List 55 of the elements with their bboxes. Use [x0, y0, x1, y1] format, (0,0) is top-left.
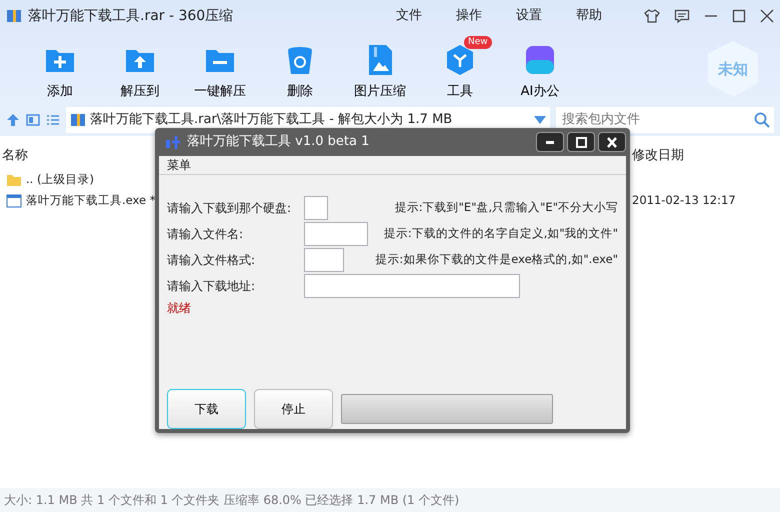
- list-view-icon[interactable]: [46, 113, 60, 127]
- close-icon[interactable]: [760, 9, 774, 23]
- toolbar-button[interactable]: 添加: [20, 36, 100, 102]
- folder-icon: [6, 172, 22, 188]
- input-field[interactable]: [304, 274, 520, 298]
- app-icon: [165, 134, 181, 150]
- close-button[interactable]: [598, 132, 626, 152]
- stop-button[interactable]: 停止: [254, 389, 333, 429]
- field-label: 请输入文件格式:: [167, 252, 256, 269]
- toolbar-button[interactable]: AI办公: [500, 36, 580, 102]
- status-bar: 大小: 1.1 MB 共 1 个文件和 1 个文件夹 压缩率 68.0% 已经选择 1.7 MB (1 个文件): [0, 488, 780, 512]
- field-label: 请输入文件名:: [167, 226, 244, 243]
- toolbar-button[interactable]: 删除: [260, 36, 340, 102]
- input-field[interactable]: [304, 222, 368, 246]
- menu-item[interactable]: 操作: [456, 6, 482, 26]
- dialog-title: 落叶万能下载工具 v1.0 beta 1: [187, 133, 370, 152]
- toolbar-button[interactable]: 图片压缩: [340, 36, 420, 102]
- field-label: 请输入下载到那个硬盘:: [167, 200, 292, 217]
- minimize-icon: [546, 140, 554, 144]
- toolbar-button[interactable]: New 工具: [420, 36, 500, 102]
- toolbar-button[interactable]: 一键解压: [180, 36, 260, 102]
- maximize-button[interactable]: [567, 132, 595, 152]
- field-label: 请输入下载地址:: [167, 278, 256, 295]
- search-field[interactable]: 搜索包内文件: [556, 107, 774, 133]
- archive-icon: [6, 8, 22, 24]
- up-arrow-icon[interactable]: [6, 113, 20, 127]
- hexagon-icon: [444, 44, 476, 76]
- input-field[interactable]: [304, 248, 344, 272]
- hint-text: 提示:下载的文件的名字自定义,如"我的文件": [384, 225, 618, 242]
- archive-icon: [70, 112, 86, 128]
- window-title: 落叶万能下载工具.rar - 360压缩: [28, 6, 234, 26]
- feedback-icon[interactable]: [674, 8, 690, 24]
- close-icon: [605, 136, 619, 148]
- search-icon[interactable]: [754, 112, 770, 128]
- modified-date: 2011-02-13 12:17: [632, 192, 736, 210]
- maximize-icon[interactable]: [732, 9, 746, 23]
- hint-text: 提示:下载到"E"盘,只需输入"E"不分大小写: [394, 199, 618, 216]
- column-header[interactable]: 修改日期: [632, 146, 684, 166]
- toolbar-button[interactable]: 解压到: [100, 36, 180, 102]
- shirt-icon[interactable]: [644, 8, 660, 24]
- menu-item[interactable]: 菜单: [167, 156, 191, 174]
- input-field[interactable]: [304, 196, 328, 220]
- download-button[interactable]: 下载: [167, 389, 246, 429]
- status-text: 就绪: [167, 300, 192, 317]
- menu-item[interactable]: 文件: [396, 6, 422, 26]
- menu-item[interactable]: 帮助: [576, 6, 602, 26]
- minimize-button[interactable]: [536, 132, 564, 152]
- hint-text: 提示:如果你下载的文件是exe格式的,如".exe": [375, 251, 618, 268]
- program-window-icon: [6, 193, 22, 209]
- security-badge: 未知: [708, 41, 758, 97]
- new-badge: New: [464, 36, 492, 50]
- dropdown-caret-icon[interactable]: [534, 116, 546, 124]
- maximize-icon: [574, 136, 588, 148]
- menu-item[interactable]: 设置: [516, 6, 542, 26]
- thumbnail-view-icon[interactable]: [26, 113, 40, 127]
